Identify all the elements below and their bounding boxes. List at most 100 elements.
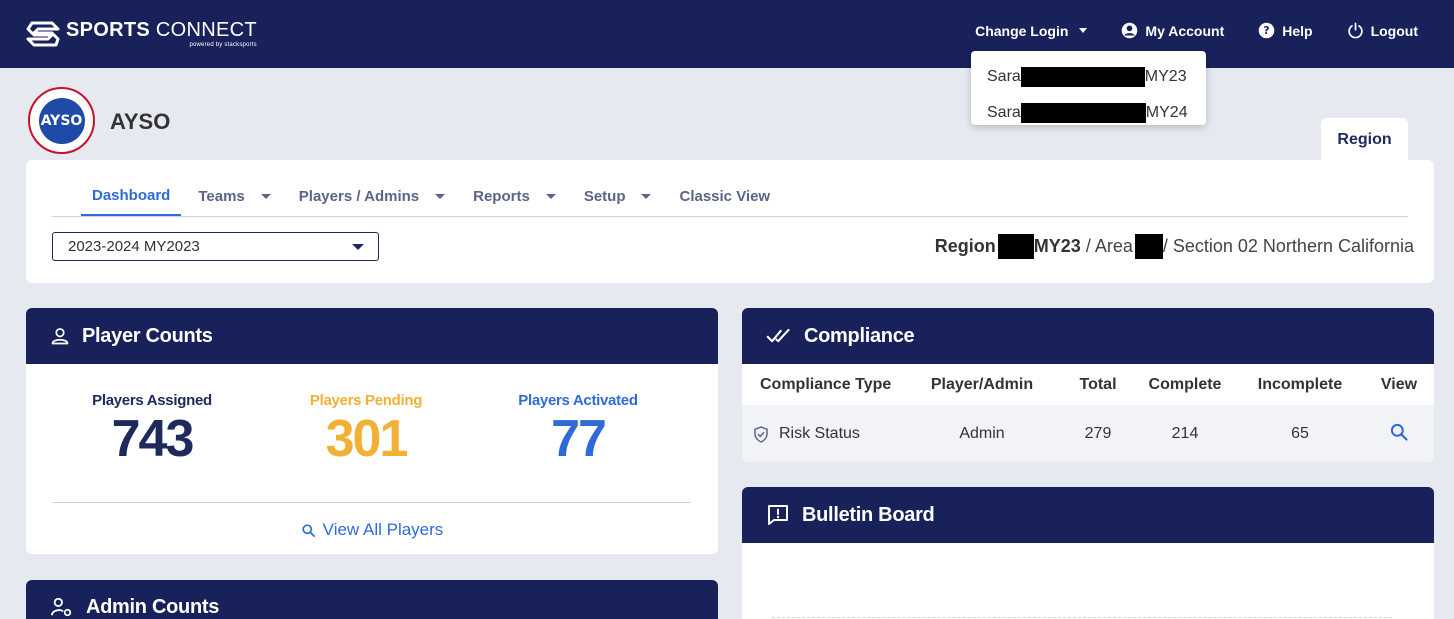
sports-connect-logo-icon (26, 21, 60, 47)
compliance-type-label: Risk Status (779, 425, 860, 442)
compliance-table: Compliance Type Player/Admin Total Compl… (742, 364, 1434, 462)
breadcrumb-area: / Area (1080, 236, 1133, 256)
login-option-prefix: Sara (987, 68, 1021, 85)
help-button[interactable]: ? Help (1258, 22, 1313, 39)
message-alert-icon (768, 505, 788, 525)
column-header: Compliance Type (742, 364, 902, 405)
player-admin-cell: Admin (902, 405, 1062, 462)
login-option-prefix: Sara (987, 104, 1021, 121)
chevron-down-icon (352, 244, 364, 250)
tab-players-admins[interactable]: Players / Admins (288, 176, 456, 216)
players-pending-value: 301 (325, 410, 409, 468)
ayso-logo-mark: AYSO (38, 97, 85, 144)
ayso-logo: AYSO (28, 87, 95, 154)
player-counts-card: Player Counts Players Assigned 743 Playe… (26, 308, 718, 554)
compliance-type-cell: Risk Status (742, 405, 902, 462)
view-all-players-label: View All Players (322, 520, 444, 539)
login-option[interactable]: Sara MY24 (971, 95, 1206, 131)
top-nav: Change Login My Account ? Help Logout (975, 22, 1418, 39)
tab-setup[interactable]: Setup (573, 176, 663, 216)
brand-tagline: powered by stacksports (189, 42, 257, 48)
change-login-label: Change Login (975, 22, 1069, 39)
chevron-down-icon (435, 193, 446, 199)
chevron-down-icon (260, 193, 271, 199)
brand-text: SPORTS CONNECT powered by stacksports (66, 20, 257, 48)
redaction-block (1020, 67, 1145, 87)
view-cell (1364, 405, 1434, 462)
brand-name-light: CONNECT (150, 19, 257, 41)
column-header: Player/Admin (902, 364, 1062, 405)
chevron-down-icon (641, 193, 652, 199)
tab-classic-view[interactable]: Classic View (668, 176, 781, 216)
tab-label: Classic View (679, 187, 771, 205)
column-header: Complete (1134, 364, 1236, 405)
search-icon[interactable] (1389, 422, 1409, 442)
org-name: AYSO (110, 109, 171, 134)
main-tabs: Dashboard Teams Players / Admins Reports… (52, 176, 1408, 217)
compliance-header: Compliance (742, 308, 1434, 364)
change-login-button[interactable]: Change Login (975, 22, 1088, 39)
view-all-players-link[interactable]: View All Players (26, 520, 718, 540)
top-bar: SPORTS CONNECT powered by stacksports Ch… (0, 0, 1454, 68)
brand-name-bold: SPORTS (66, 19, 151, 41)
tab-teams[interactable]: Teams (187, 176, 281, 216)
bulletin-board-title: Bulletin Board (802, 503, 935, 526)
tab-dashboard[interactable]: Dashboard (81, 176, 182, 216)
bulletin-board-body (772, 617, 1392, 618)
breadcrumb-region-suffix: MY23 (1033, 236, 1081, 256)
login-option-suffix: MY23 (1144, 68, 1187, 85)
logout-button[interactable]: Logout (1347, 22, 1418, 39)
bulletin-board-card: Bulletin Board (742, 487, 1434, 619)
redaction-block (1020, 103, 1146, 123)
admin-counts-card: Admin Counts (26, 580, 718, 619)
account-circle-icon (1122, 22, 1138, 39)
navigation-card: Dashboard Teams Players / Admins Reports… (26, 160, 1434, 283)
bulletin-board-header: Bulletin Board (742, 487, 1434, 543)
players-pending-label: Players Pending (309, 392, 423, 409)
chevron-down-icon (1079, 28, 1088, 33)
chevron-down-icon (545, 193, 556, 199)
players-activated-value: 77 (551, 410, 607, 468)
players-assigned-stat[interactable]: Players Assigned 743 (78, 392, 226, 465)
divider (52, 502, 691, 503)
total-cell: 279 (1062, 405, 1134, 462)
search-icon (302, 523, 315, 537)
my-account-button[interactable]: My Account (1121, 22, 1224, 39)
user-icon (51, 328, 69, 345)
compliance-title: Compliance (804, 324, 915, 347)
help-icon: ? (1258, 22, 1275, 39)
players-assigned-label: Players Assigned (92, 392, 212, 409)
admin-counts-title: Admin Counts (86, 596, 220, 618)
login-option-suffix: MY24 (1145, 104, 1188, 121)
sports-connect-logo[interactable]: SPORTS CONNECT powered by stacksports (26, 18, 257, 50)
redaction-block (997, 234, 1034, 259)
compliance-card: Compliance Compliance Type Player/Admin … (742, 308, 1434, 462)
region-tab[interactable]: Region (1321, 118, 1408, 162)
complete-cell: 214 (1134, 405, 1236, 462)
tab-label: Dashboard (92, 186, 171, 204)
players-activated-stat[interactable]: Players Activated 77 (504, 392, 652, 465)
tab-reports[interactable]: Reports (462, 176, 567, 216)
players-pending-stat[interactable]: Players Pending 301 (292, 392, 440, 465)
incomplete-cell: 65 (1236, 405, 1364, 462)
player-counts-header: Player Counts (26, 308, 718, 364)
table-row: Risk Status Admin 279 214 65 (742, 405, 1434, 462)
column-header: Incomplete (1236, 364, 1364, 405)
player-counts-title: Player Counts (82, 324, 213, 347)
my-account-label: My Account (1145, 22, 1225, 39)
tab-label: Setup (583, 187, 626, 205)
column-header: View (1364, 364, 1434, 405)
breadcrumb: Region MY23 / Area / Section 02 Northern… (935, 234, 1414, 259)
logout-label: Logout (1370, 22, 1418, 39)
help-label: Help (1282, 22, 1313, 39)
svg-text:?: ? (1264, 24, 1270, 37)
season-select[interactable]: 2023-2024 MY2023 (52, 232, 379, 261)
breadcrumb-section: / Section 02 Northern California (1162, 236, 1414, 256)
shield-check-icon (754, 425, 768, 443)
login-option[interactable]: Sara MY23 (971, 59, 1206, 95)
tab-label: Players / Admins (298, 187, 420, 205)
user-gear-icon (51, 597, 72, 617)
double-check-icon (766, 328, 790, 343)
power-icon (1347, 22, 1363, 39)
tab-label: Reports (473, 187, 530, 205)
